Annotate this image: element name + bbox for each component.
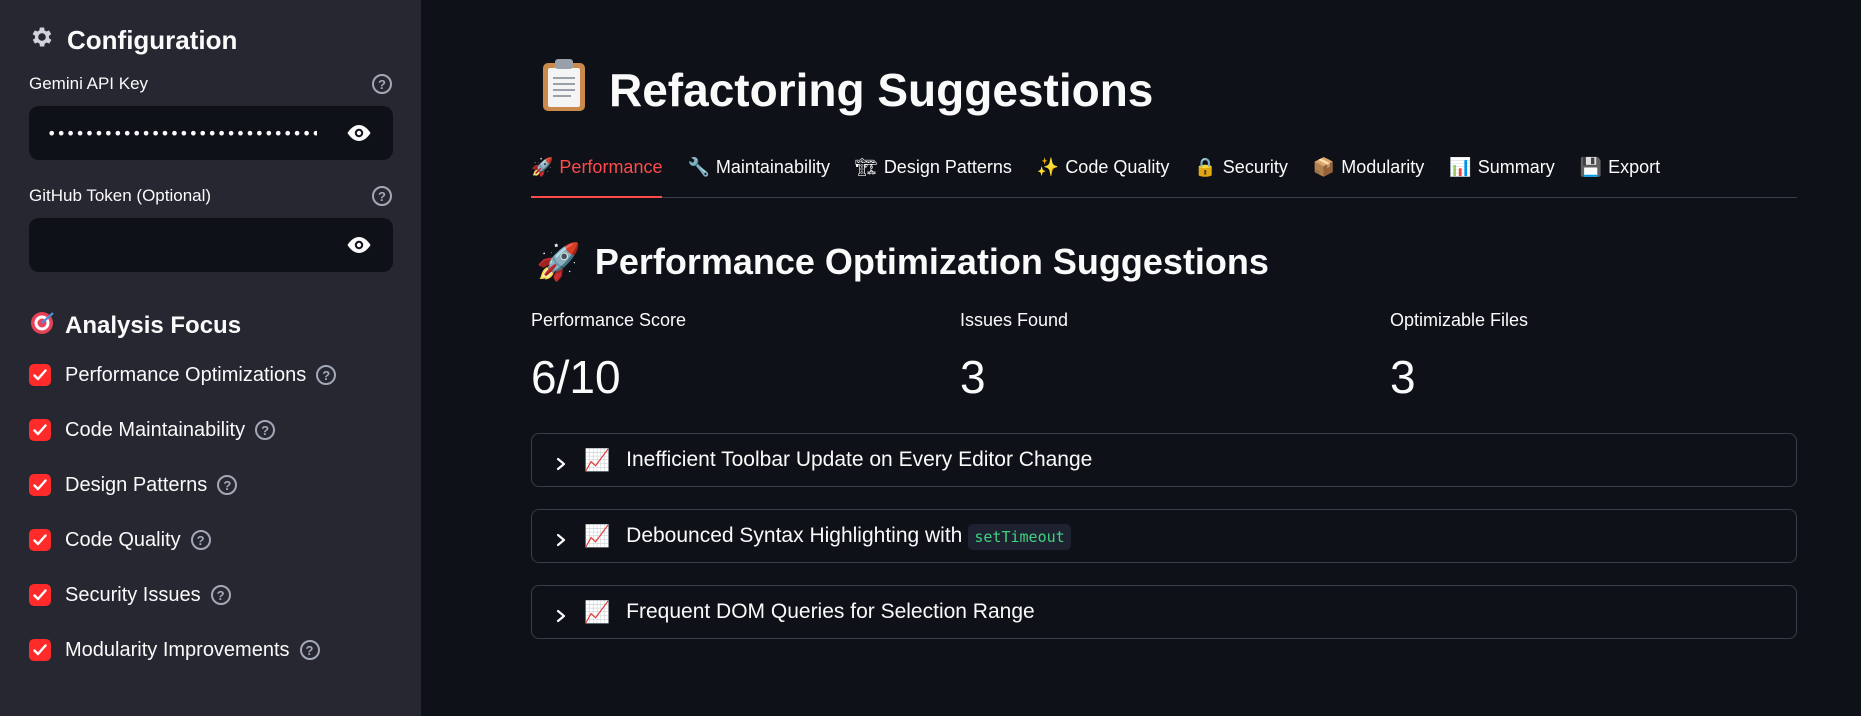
inline-code: setTimeout [968, 524, 1071, 550]
tab-icon: 🔧 [687, 157, 710, 178]
gear-icon [29, 24, 55, 57]
checkbox-label: Code Quality [65, 528, 181, 551]
chart-increasing-icon: 📈 [584, 599, 611, 624]
expander-title-text: Debounced Syntax Highlighting with [626, 524, 963, 547]
tab-label: Design Patterns [883, 157, 1012, 177]
checkbox-label: Design Patterns [65, 473, 208, 496]
github-token-label-row: GitHub Token (Optional) ? [29, 184, 392, 208]
metric-optimizable-files: Optimizable Files 3 [1390, 310, 1810, 404]
github-token-field [29, 218, 393, 272]
checkbox[interactable] [29, 419, 51, 441]
eye-icon[interactable] [345, 123, 373, 143]
checkbox[interactable] [29, 639, 51, 661]
help-icon[interactable]: ? [316, 365, 337, 385]
help-icon[interactable]: ? [210, 585, 231, 605]
checkbox-row[interactable]: Performance Optimizations? [29, 360, 392, 390]
eye-icon[interactable] [345, 235, 373, 255]
tab-label: Maintainability [715, 157, 830, 177]
tab-icon: 🚀 [531, 156, 554, 178]
expander-title: Inefficient Toolbar Update on Every Edit… [626, 448, 1093, 471]
tab-icon: 🏗 [854, 157, 878, 178]
tab-label: Performance [559, 156, 663, 177]
tab-code-quality[interactable]: ✨ Code Quality [1037, 150, 1169, 197]
sidebar-title: Configuration [67, 24, 238, 55]
api-key-label: Gemini API Key [29, 74, 149, 93]
chart-increasing-icon: 📈 [584, 523, 611, 548]
checkbox[interactable] [29, 364, 51, 386]
checkbox-row[interactable]: Code Maintainability? [29, 415, 392, 445]
tab-label: Summary [1477, 157, 1555, 177]
tab-label: Security [1222, 157, 1288, 177]
tab-label: Code Quality [1065, 157, 1170, 177]
tab-export[interactable]: 💾 Export [1580, 150, 1660, 197]
api-key-label-row: Gemini API Key ? [29, 72, 392, 96]
checkbox-label: Security Issues [65, 583, 201, 606]
tab-icon: ✨ [1036, 157, 1060, 178]
main-content: Refactoring Suggestions 🚀 Performance 🔧 Mai… [531, 0, 1797, 716]
github-token-label: GitHub Token (Optional) [29, 186, 212, 205]
chevron-right-icon [554, 605, 568, 623]
target-icon [29, 310, 55, 343]
checkbox[interactable] [29, 474, 51, 496]
expander-title: Debounced Syntax Highlighting with setTim… [626, 524, 1071, 550]
analysis-focus-list: Performance Optimizations? Code Maintaina… [29, 360, 392, 665]
tab-performance[interactable]: 🚀 Performance [531, 150, 663, 198]
metric-issues-found: Issues Found 3 [960, 310, 1380, 404]
github-token-input[interactable] [47, 235, 317, 255]
sidebar: Configuration Gemini API Key ? GitHub To… [0, 0, 421, 716]
expander-title: Frequent DOM Queries for Selection Range [626, 600, 1035, 623]
section-title-text: Performance Optimization Suggestions [594, 241, 1269, 282]
help-icon[interactable]: ? [372, 74, 392, 94]
tab-label: Export [1608, 157, 1661, 177]
help-icon[interactable]: ? [217, 475, 238, 495]
help-icon[interactable]: ? [255, 420, 276, 440]
metric-value: 3 [1390, 351, 1416, 403]
metric-label: Optimizable Files [1390, 310, 1529, 330]
sidebar-header: Configuration [29, 22, 392, 58]
page-title: Refactoring Suggestions [541, 58, 1154, 123]
checkbox-row[interactable]: Security Issues? [29, 580, 392, 610]
chevron-right-icon [554, 529, 568, 547]
checkbox[interactable] [29, 584, 51, 606]
tab-design-patterns[interactable]: 🏗 Design Patterns [855, 150, 1012, 197]
metric-label: Issues Found [960, 310, 1069, 330]
expander-syntax-highlighting[interactable]: 📈 Debounced Syntax Highlighting with setT… [531, 509, 1797, 563]
analysis-focus-title: Analysis Focus [65, 312, 242, 339]
chevron-right-icon [554, 453, 568, 471]
analysis-focus-header: Analysis Focus [29, 308, 392, 344]
metric-value: 6/10 [531, 351, 621, 403]
expander-dom-queries[interactable]: 📈 Frequent DOM Queries for Selection Ran… [531, 585, 1797, 639]
metric-value: 3 [960, 351, 986, 403]
tab-modularity[interactable]: 📦 Modularity [1313, 150, 1424, 197]
api-key-field [29, 106, 393, 160]
tab-summary[interactable]: 📊 Summary [1449, 150, 1554, 197]
metric-performance-score: Performance Score 6/10 [531, 310, 951, 404]
page-title-text: Refactoring Suggestions [609, 64, 1154, 116]
help-icon[interactable]: ? [299, 640, 320, 660]
tab-icon: 📦 [1312, 157, 1336, 178]
tab-icon: 💾 [1579, 157, 1603, 178]
checkbox-label: Performance Optimizations [65, 363, 307, 386]
api-key-input[interactable] [47, 123, 317, 143]
checkbox[interactable] [29, 529, 51, 551]
tab-label: Modularity [1341, 157, 1425, 177]
tab-icon: 📊 [1449, 157, 1472, 178]
checkbox-label: Modularity Improvements [65, 638, 290, 661]
clipboard-icon [541, 58, 587, 123]
rocket-icon: 🚀 [536, 242, 581, 283]
metric-label: Performance Score [531, 310, 687, 330]
tab-bar: 🚀 Performance 🔧 Maintainability 🏗 Design Patt… [531, 150, 1797, 198]
tab-maintainability[interactable]: 🔧 Maintainability [687, 150, 829, 197]
help-icon[interactable]: ? [190, 530, 211, 550]
section-title: 🚀 Performance Optimization Suggestions [536, 240, 1269, 284]
help-icon[interactable]: ? [372, 186, 392, 206]
checkbox-row[interactable]: Modularity Improvements? [29, 635, 392, 665]
tab-icon: 🔒 [1194, 157, 1217, 178]
chart-increasing-icon: 📈 [584, 447, 611, 472]
expander-toolbar-update[interactable]: 📈 Inefficient Toolbar Update on Every Ed… [531, 433, 1797, 487]
checkbox-row[interactable]: Code Quality? [29, 525, 392, 555]
checkbox-label: Code Maintainability [65, 418, 246, 441]
tab-security[interactable]: 🔒 Security [1194, 150, 1287, 197]
checkbox-row[interactable]: Design Patterns? [29, 470, 392, 500]
